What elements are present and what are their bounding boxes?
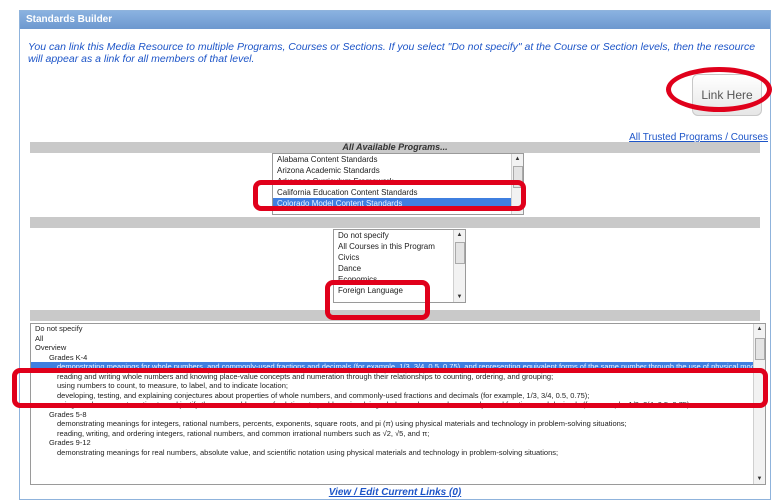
courses-header-bar <box>30 217 760 228</box>
standard-item[interactable]: Grades 5-8 <box>31 410 765 420</box>
highlight-box-course <box>325 280 430 320</box>
course-item[interactable]: Dance <box>334 263 465 274</box>
program-item[interactable]: Arizona Academic Standards <box>273 165 523 176</box>
scroll-up-icon[interactable]: ▲ <box>512 154 523 164</box>
course-item[interactable]: Civics <box>334 252 465 263</box>
course-item[interactable]: Do not specify <box>334 230 465 241</box>
standard-item[interactable]: All <box>31 334 765 344</box>
standards-builder-window: Standards Builder You can link this Medi… <box>19 10 771 500</box>
highlight-ring <box>666 67 772 112</box>
intro-text: You can link this Media Resource to mult… <box>28 41 756 65</box>
standard-item[interactable]: demonstrating meanings for real numbers,… <box>31 448 765 458</box>
scroll-down-icon[interactable]: ▼ <box>754 474 765 484</box>
scroll-up-icon[interactable]: ▲ <box>754 324 765 334</box>
standard-item[interactable]: Grades K-4 <box>31 353 765 363</box>
scroll-up-icon[interactable]: ▲ <box>454 230 465 240</box>
courses-scrollbar[interactable]: ▲ ▼ <box>453 230 465 302</box>
program-item[interactable]: Alabama Content Standards <box>273 154 523 165</box>
standard-item[interactable]: reading, writing, and ordering integers,… <box>31 429 765 439</box>
programs-header: All Available Programs... <box>30 142 760 153</box>
standard-item[interactable]: Overview <box>31 343 765 353</box>
window-title: Standards Builder <box>20 11 770 29</box>
standard-item[interactable]: Do not specify <box>31 324 765 334</box>
scroll-thumb[interactable] <box>755 338 765 360</box>
view-edit-current-links[interactable]: View / Edit Current Links (0) <box>20 487 770 498</box>
scroll-down-icon[interactable]: ▼ <box>454 292 465 302</box>
standard-item[interactable]: Grades 9-12 <box>31 438 765 448</box>
course-item[interactable]: All Courses in this Program <box>334 241 465 252</box>
standard-item[interactable]: demonstrating meanings for integers, rat… <box>31 419 765 429</box>
highlight-box-standard <box>12 368 768 408</box>
scroll-thumb[interactable] <box>455 242 465 264</box>
highlight-box-program <box>253 180 526 211</box>
